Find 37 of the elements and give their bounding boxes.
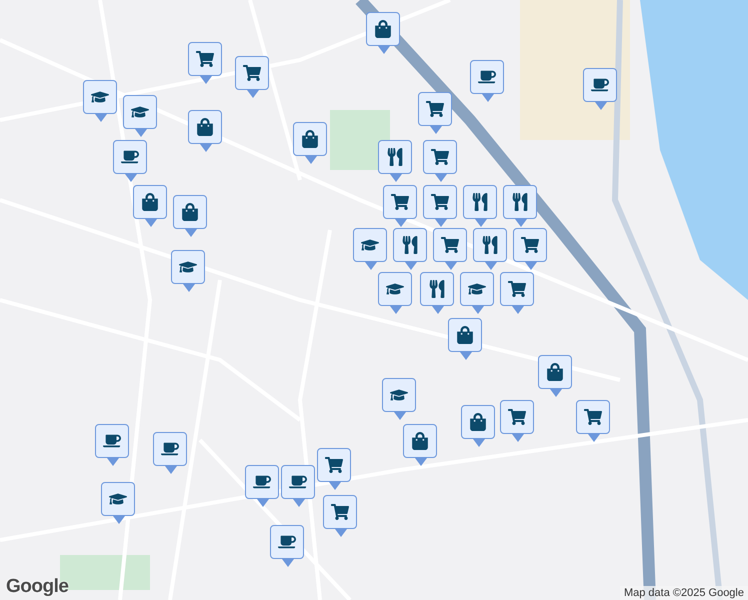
bag-icon bbox=[411, 432, 429, 450]
cup-icon bbox=[289, 473, 307, 491]
cart-icon bbox=[243, 64, 261, 82]
cup-icon bbox=[591, 76, 609, 94]
fork-knife-icon bbox=[386, 148, 404, 166]
cup-icon bbox=[103, 432, 121, 450]
bag-icon bbox=[181, 203, 199, 221]
fork-knife-icon bbox=[511, 193, 529, 211]
cart-icon bbox=[508, 408, 526, 426]
bag-icon bbox=[301, 130, 319, 148]
cart-icon bbox=[331, 503, 349, 521]
bag-icon bbox=[456, 326, 474, 344]
cart-icon bbox=[584, 408, 602, 426]
cup-icon bbox=[478, 68, 496, 86]
cart-icon bbox=[391, 193, 409, 211]
logo: Google bbox=[6, 576, 68, 598]
bag-icon bbox=[374, 20, 392, 38]
cart-icon bbox=[441, 236, 459, 254]
cup-icon bbox=[121, 148, 139, 166]
cart-icon bbox=[508, 280, 526, 298]
fork-knife-icon bbox=[481, 236, 499, 254]
cart-icon bbox=[431, 148, 449, 166]
bag-icon bbox=[141, 193, 159, 211]
fork-knife-icon bbox=[401, 236, 419, 254]
cart-icon bbox=[521, 236, 539, 254]
fork-knife-icon bbox=[471, 193, 489, 211]
cup-icon bbox=[253, 473, 271, 491]
cup-icon bbox=[278, 533, 296, 551]
cart-icon bbox=[431, 193, 449, 211]
cart-icon bbox=[196, 50, 214, 68]
bag-icon bbox=[469, 413, 487, 431]
fork-knife-icon bbox=[428, 280, 446, 298]
bag-icon bbox=[546, 363, 564, 381]
bag-icon bbox=[196, 118, 214, 136]
cup-icon bbox=[161, 440, 179, 458]
cart-icon bbox=[325, 456, 343, 474]
cart-icon bbox=[426, 100, 444, 118]
